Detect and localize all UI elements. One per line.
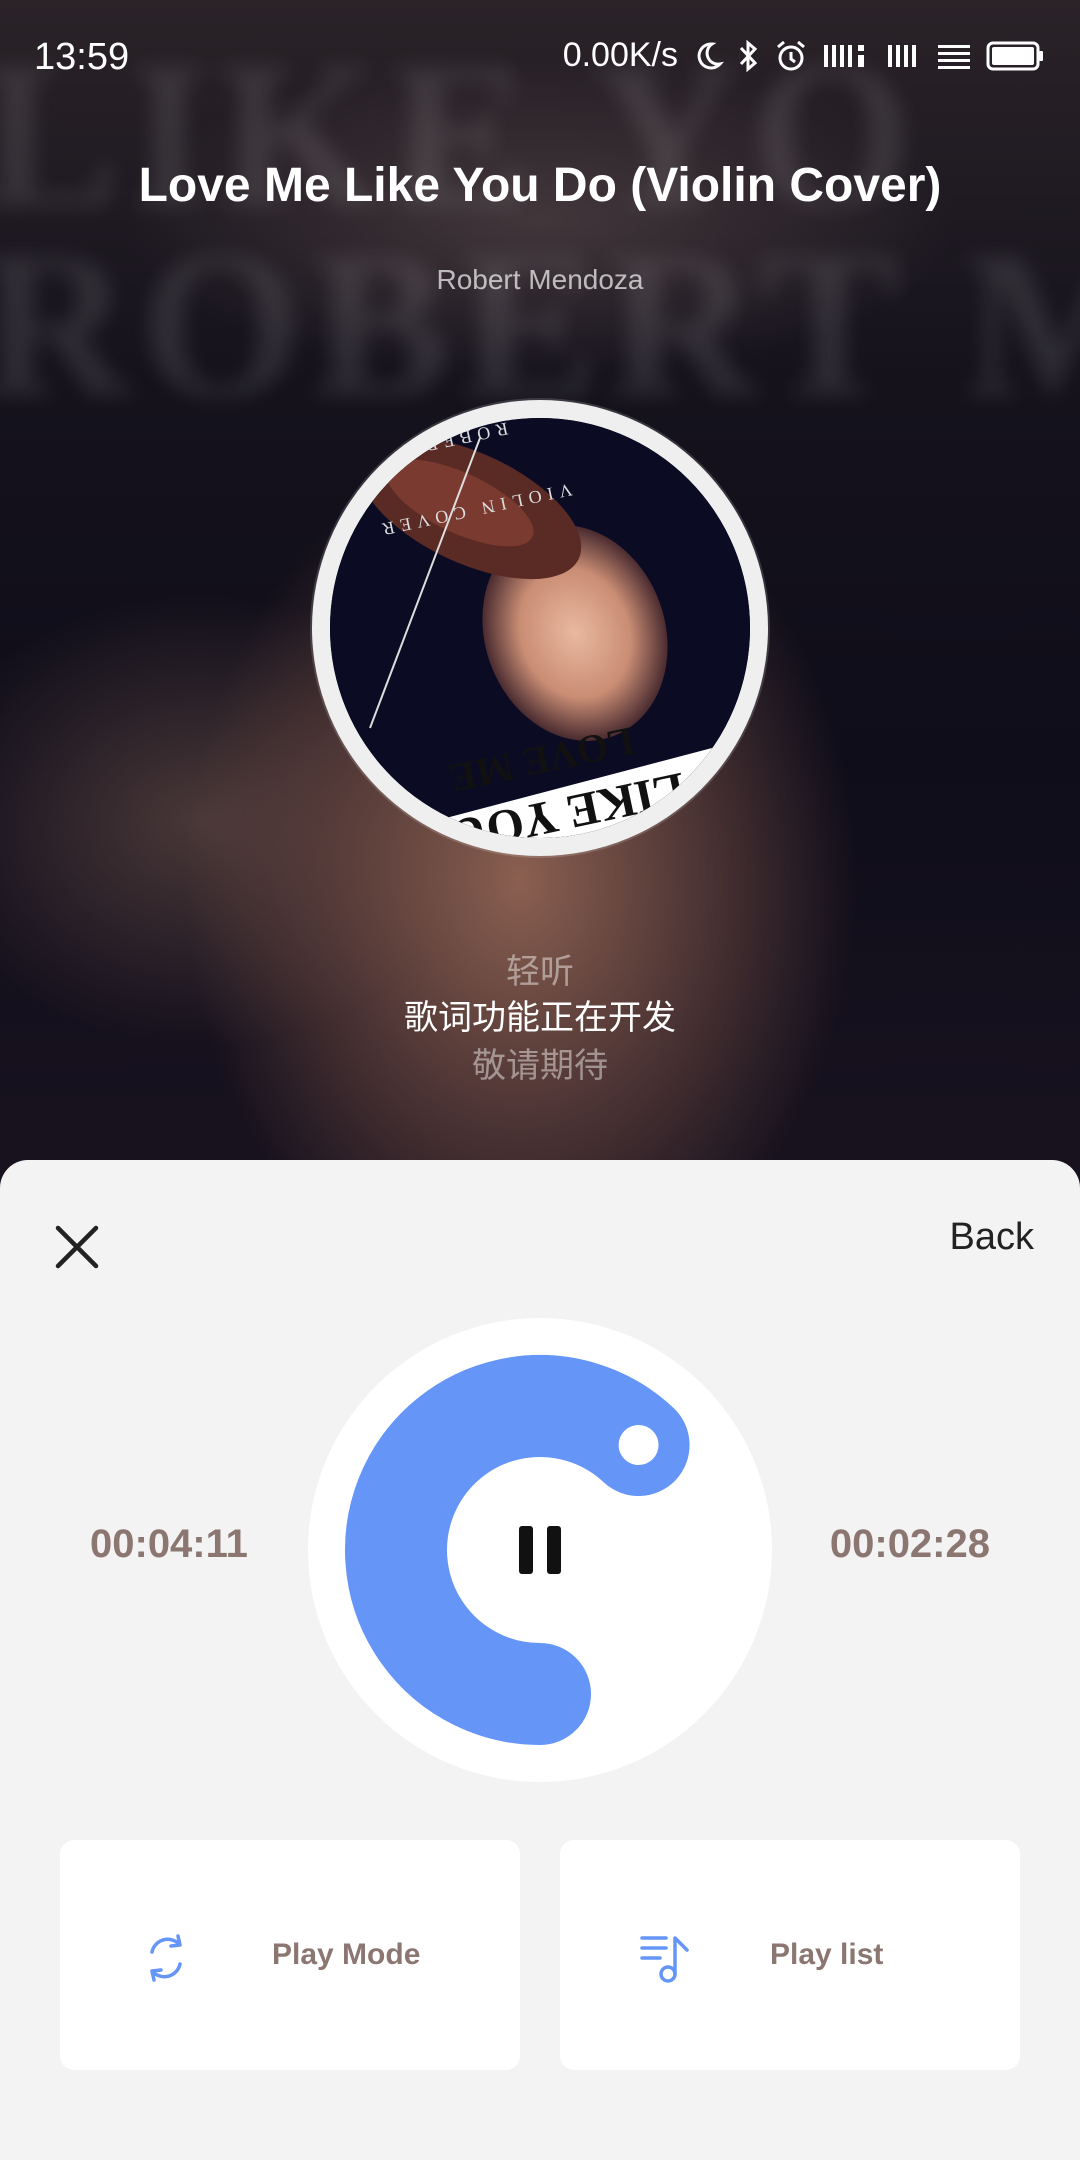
- progress-knob[interactable]: [618, 1425, 659, 1466]
- playlist-icon: [640, 1936, 689, 1983]
- play-mode-button[interactable]: Play Mode: [60, 1840, 520, 2070]
- signal-icon: [886, 41, 922, 71]
- play-mode-label: Play Mode: [272, 1938, 421, 1971]
- close-icon: [55, 1225, 99, 1269]
- artist-name: Robert Mendoza: [436, 264, 644, 295]
- album-disc[interactable]: LIKE YOU DO LOVE ME VIOLIN COVER ROBERT …: [312, 400, 768, 856]
- status-time: 13:59: [34, 36, 130, 78]
- control-sheet: Back 00:04:11 00:02:28 Play Mode Play li…: [0, 1160, 1080, 2160]
- player-screen: LIKE YO ROBERT M 13:59 0.00K/s Love Me L…: [0, 0, 1080, 2160]
- close-button[interactable]: [50, 1220, 104, 1274]
- remaining-time: 00:02:28: [829, 1522, 990, 1566]
- back-button[interactable]: Back: [950, 1216, 1034, 1259]
- lyric-line-previous: 轻听: [506, 953, 574, 991]
- pause-button[interactable]: [502, 1512, 578, 1588]
- song-title: Love Me Like You Do (Violin Cover): [138, 159, 942, 212]
- network-speed: 0.00K/s: [562, 36, 678, 74]
- lyric-line-next: 敬请期待: [472, 1047, 608, 1085]
- status-bar: 13:59 0.00K/s: [0, 0, 1080, 116]
- battery-icon: [986, 40, 1044, 72]
- status-icons: 0.00K/s: [563, 36, 1044, 75]
- repeat-icon: [150, 1934, 182, 1982]
- wifi-icon: [936, 41, 972, 71]
- play-list-label: Play list: [770, 1938, 884, 1971]
- lyric-line-current: 歌词功能正在开发: [404, 999, 676, 1037]
- alarm-icon: [774, 39, 808, 73]
- pause-icon: [519, 1526, 561, 1574]
- bluetooth-icon: [738, 39, 760, 73]
- elapsed-time: 00:04:11: [90, 1522, 248, 1566]
- signal-icon: [822, 41, 872, 71]
- play-list-button[interactable]: Play list: [560, 1840, 1020, 2070]
- album-art: LIKE YOU DO LOVE ME VIOLIN COVER ROBERT …: [330, 418, 750, 838]
- moon-icon: [692, 40, 724, 72]
